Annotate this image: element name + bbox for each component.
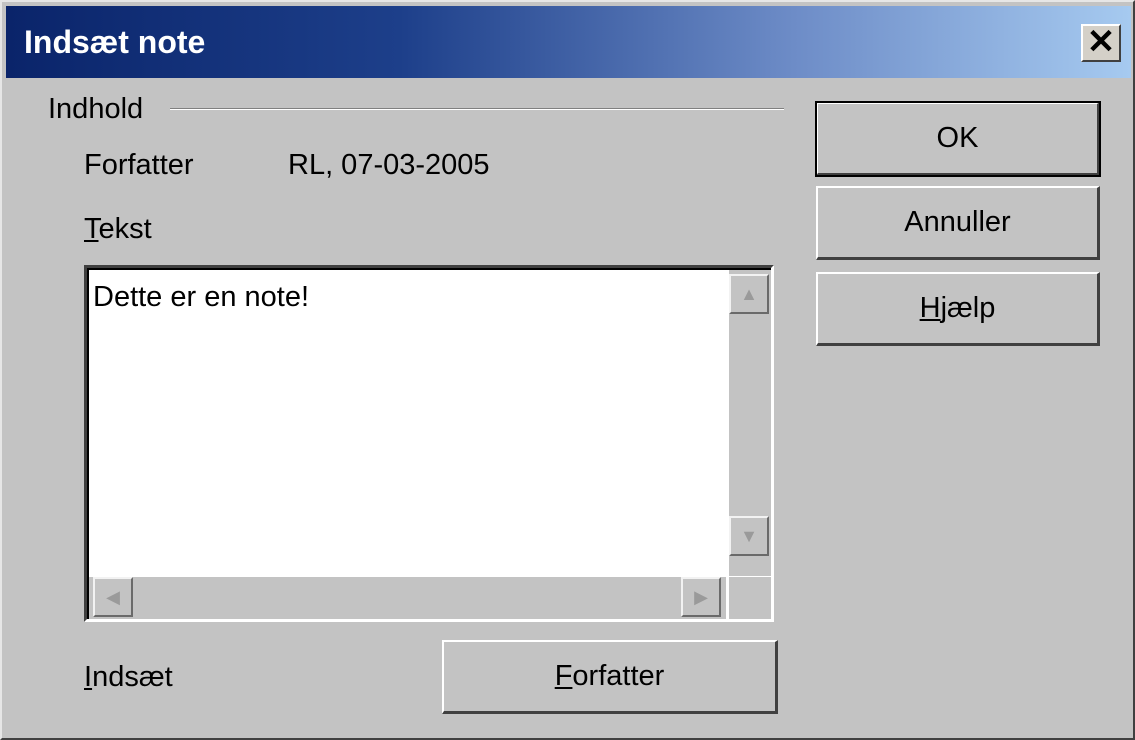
note-text-area[interactable]: Dette er en note! ▲ ▼ ◀ ▶ bbox=[84, 265, 774, 622]
horizontal-scrollbar[interactable]: ◀ ▶ bbox=[89, 577, 726, 619]
text-label: Tekst bbox=[84, 212, 152, 246]
arrow-up-icon: ▲ bbox=[740, 284, 758, 304]
insert-label-rest: ndsæt bbox=[92, 661, 173, 693]
author-label: Forfatter bbox=[84, 149, 194, 181]
author-button[interactable]: Forfatter bbox=[442, 640, 778, 714]
insert-label: Indsæt bbox=[84, 660, 173, 694]
arrow-left-icon: ◀ bbox=[106, 587, 120, 607]
scroll-down-button[interactable]: ▼ bbox=[729, 516, 769, 556]
help-button-mnemonic: H bbox=[919, 292, 941, 324]
author-value: RL, 07-03-2005 bbox=[288, 149, 490, 181]
title-bar[interactable]: Indsæt note ✕ bbox=[6, 6, 1131, 78]
insert-note-dialog: Indsæt note ✕ Indhold Forfatter RL, 07-0… bbox=[0, 0, 1135, 740]
vertical-scrollbar[interactable]: ▲ ▼ bbox=[729, 270, 771, 576]
arrow-right-icon: ▶ bbox=[694, 587, 708, 607]
cancel-button-label: Annuller bbox=[904, 206, 1011, 238]
note-text-value: Dette er en note! bbox=[93, 281, 310, 313]
author-button-rest: orfatter bbox=[572, 660, 665, 692]
text-label-mnemonic: T bbox=[84, 213, 99, 245]
note-text-area-frame: Dette er en note! ▲ ▼ ◀ ▶ bbox=[87, 268, 771, 619]
author-button-mnemonic: F bbox=[554, 660, 573, 692]
arrow-down-icon: ▼ bbox=[740, 526, 758, 546]
close-icon: ✕ bbox=[1086, 23, 1116, 61]
scroll-up-button[interactable]: ▲ bbox=[729, 274, 769, 314]
group-divider bbox=[170, 108, 784, 110]
scroll-right-button[interactable]: ▶ bbox=[681, 577, 721, 617]
help-button-rest: jælp bbox=[940, 292, 996, 324]
ok-button[interactable]: OK bbox=[815, 101, 1101, 177]
text-label-rest: ekst bbox=[98, 213, 152, 245]
help-button[interactable]: Hjælp bbox=[816, 272, 1100, 346]
cancel-button[interactable]: Annuller bbox=[816, 186, 1100, 260]
window-title: Indsæt note bbox=[24, 24, 206, 60]
insert-label-mnemonic: I bbox=[84, 661, 93, 693]
scrollbar-corner bbox=[729, 577, 771, 619]
group-label-content: Indhold bbox=[48, 93, 144, 125]
scroll-left-button[interactable]: ◀ bbox=[93, 577, 133, 617]
ok-button-label: OK bbox=[936, 122, 979, 154]
close-button[interactable]: ✕ bbox=[1081, 24, 1121, 62]
